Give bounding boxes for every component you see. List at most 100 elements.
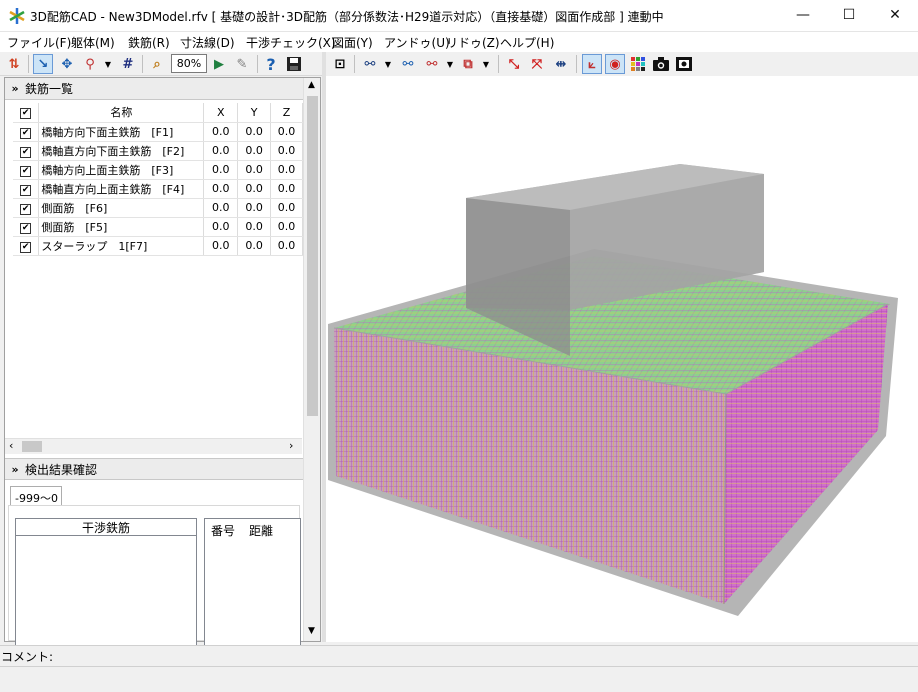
minimize-icon: — — [796, 7, 810, 23]
tab-range[interactable]: -999〜0 — [10, 486, 62, 506]
table-row[interactable]: ✔ 側面筋 [F6] 0.0 0.0 0.0 — [13, 198, 303, 218]
zoom-fit-icon[interactable]: ⌕ — [147, 54, 167, 74]
help-icon[interactable]: ? — [261, 54, 281, 74]
header-name: 名称 — [38, 103, 205, 123]
3d-viewport[interactable] — [326, 76, 918, 642]
distance-list[interactable]: 番号 距離 — [204, 518, 301, 648]
chevron-down-icon[interactable]: ▼ — [476, 54, 496, 74]
sort-icon[interactable]: ⇅ — [4, 54, 24, 74]
rebar-y: 0.0 — [237, 179, 272, 199]
collapse-icon[interactable]: » — [5, 463, 25, 476]
rebar-3d-model[interactable] — [326, 76, 918, 642]
menu-drawing[interactable]: 図面(Y) — [332, 34, 373, 51]
cross-icon[interactable]: ⤧ — [527, 54, 547, 74]
table-row[interactable]: ✔ スターラップ 1[F7] 0.0 0.0 0.0 — [13, 236, 303, 256]
grid-icon[interactable]: # — [118, 54, 138, 74]
minimize-button[interactable]: — — [780, 0, 826, 30]
rebar-x: 0.0 — [203, 141, 239, 161]
interfering-rebar-list[interactable]: 干渉鉄筋 — [15, 518, 197, 648]
menu-help[interactable]: ヘルプ(H) — [500, 34, 554, 51]
find-prev-icon[interactable]: ⚯ — [422, 54, 442, 74]
scroll-down-icon[interactable]: ▼ — [308, 626, 315, 636]
rebar-z: 0.0 — [270, 141, 303, 161]
find-icon[interactable]: ⚯ — [360, 54, 380, 74]
menu-interference[interactable]: 干渉チェック(X) — [246, 34, 336, 51]
rebar-z: 0.0 — [270, 160, 303, 180]
row-checkbox[interactable]: ✔ — [20, 203, 32, 215]
layer-icon[interactable]: ⧉ — [458, 54, 478, 74]
rebar-x: 0.0 — [203, 179, 239, 199]
rebar-list-header[interactable]: » 鉄筋一覧 — [5, 78, 305, 100]
menu-dimension[interactable]: 寸法線(D) — [180, 34, 235, 51]
chevron-down-icon[interactable]: ▼ — [440, 54, 460, 74]
rebar-z: 0.0 — [270, 198, 303, 218]
target-icon[interactable]: ◉ — [605, 54, 625, 74]
rebar-z: 0.0 — [270, 179, 303, 199]
scroll-left-icon[interactable]: ‹ — [9, 439, 13, 452]
maximize-button[interactable]: ☐ — [826, 0, 872, 30]
row-checkbox[interactable]: ✔ — [20, 222, 32, 234]
header-check[interactable]: ✔ — [13, 103, 40, 123]
menu-rebar[interactable]: 鉄筋(R) — [128, 34, 170, 51]
menu-redo[interactable]: リドゥ(Z) — [446, 34, 500, 51]
capture-icon[interactable] — [674, 54, 694, 74]
table-row[interactable]: ✔ 橋軸直方向下面主鉄筋 [F2] 0.0 0.0 0.0 — [13, 141, 303, 161]
row-checkbox[interactable]: ✔ — [20, 184, 32, 196]
menu-file[interactable]: ファイル(F) — [7, 34, 71, 51]
rebar-x: 0.0 — [203, 198, 239, 218]
rebar-x: 0.0 — [203, 122, 239, 142]
checkbox-icon[interactable]: ✔ — [20, 108, 32, 120]
rebar-name: 橋軸方向上面主鉄筋 [F3] — [38, 160, 205, 180]
rebar-name: 側面筋 [F6] — [38, 198, 205, 218]
chevron-down-icon[interactable]: ▼ — [378, 54, 398, 74]
detection-header[interactable]: » 検出結果確認 — [5, 458, 305, 480]
table-row[interactable]: ✔ 橋軸方向下面主鉄筋 [F1] 0.0 0.0 0.0 — [13, 122, 303, 142]
export-icon[interactable]: ✎ — [232, 54, 252, 74]
rebar-y: 0.0 — [237, 198, 272, 218]
detection-tab-panel: 干渉鉄筋 番号 距離 — [8, 505, 301, 648]
rebar-x: 0.0 — [203, 236, 239, 256]
zoom-input[interactable]: 80% — [171, 54, 207, 73]
menu-bar: ファイル(F) 躯体(M) 鉄筋(R) 寸法線(D) 干渉チェック(X) 図面(… — [0, 32, 918, 52]
row-checkbox[interactable]: ✔ — [20, 241, 32, 253]
menu-undo[interactable]: アンドゥ(U) — [384, 34, 450, 51]
dimension-icon[interactable]: ⇹ — [551, 54, 571, 74]
horizontal-scrollbar[interactable]: ‹ › — [5, 438, 302, 454]
row-checkbox[interactable]: ✔ — [20, 165, 32, 177]
save-icon[interactable] — [284, 54, 304, 74]
rebar-edit-icon[interactable]: ⚲ — [80, 54, 100, 74]
table-row[interactable]: ✔ 橋軸直方向上面主鉄筋 [F4] 0.0 0.0 0.0 — [13, 179, 303, 199]
rebar-list-title: 鉄筋一覧 — [25, 82, 74, 96]
scroll-thumb[interactable] — [307, 96, 318, 416]
menu-body[interactable]: 躯体(M) — [71, 34, 115, 51]
vertical-scrollbar[interactable]: ▲ ▼ — [303, 78, 320, 641]
fit-view-icon[interactable]: ⊡ — [330, 54, 350, 74]
find-next-icon[interactable]: ⚯ — [398, 54, 418, 74]
header-y: Y — [237, 103, 272, 123]
collapse-icon[interactable]: » — [5, 82, 25, 95]
table-row[interactable]: ✔ 橋軸方向上面主鉄筋 [F3] 0.0 0.0 0.0 — [13, 160, 303, 180]
table-row[interactable]: ✔ 側面筋 [F5] 0.0 0.0 0.0 — [13, 217, 303, 237]
palette-icon[interactable] — [628, 54, 648, 74]
scroll-up-icon[interactable]: ▲ — [308, 80, 315, 90]
move-icon[interactable]: ✥ — [57, 54, 77, 74]
comment-bar: コメント: — [0, 645, 918, 665]
scroll-thumb[interactable] — [22, 441, 42, 452]
row-checkbox[interactable]: ✔ — [20, 146, 32, 158]
node-icon[interactable]: ⤡ — [504, 54, 524, 74]
header-x: X — [203, 103, 239, 123]
close-button[interactable]: ✕ — [872, 0, 918, 30]
rebar-name: スターラップ 1[F7] — [38, 236, 205, 256]
axis-icon[interactable]: ⟀ — [582, 54, 602, 74]
scroll-right-icon[interactable]: › — [289, 439, 293, 452]
rebar-z: 0.0 — [270, 236, 303, 256]
camera-icon[interactable] — [651, 54, 671, 74]
select-icon[interactable]: ↘ — [33, 54, 53, 74]
chevron-down-icon[interactable]: ▼ — [98, 54, 118, 74]
row-checkbox[interactable]: ✔ — [20, 127, 32, 139]
interfering-rebar-header: 干渉鉄筋 — [16, 519, 196, 536]
play-icon[interactable]: ▶ — [209, 54, 229, 74]
rebar-y: 0.0 — [237, 217, 272, 237]
rebar-name: 橋軸直方向上面主鉄筋 [F4] — [38, 179, 205, 199]
comment-label: コメント: — [1, 650, 54, 664]
